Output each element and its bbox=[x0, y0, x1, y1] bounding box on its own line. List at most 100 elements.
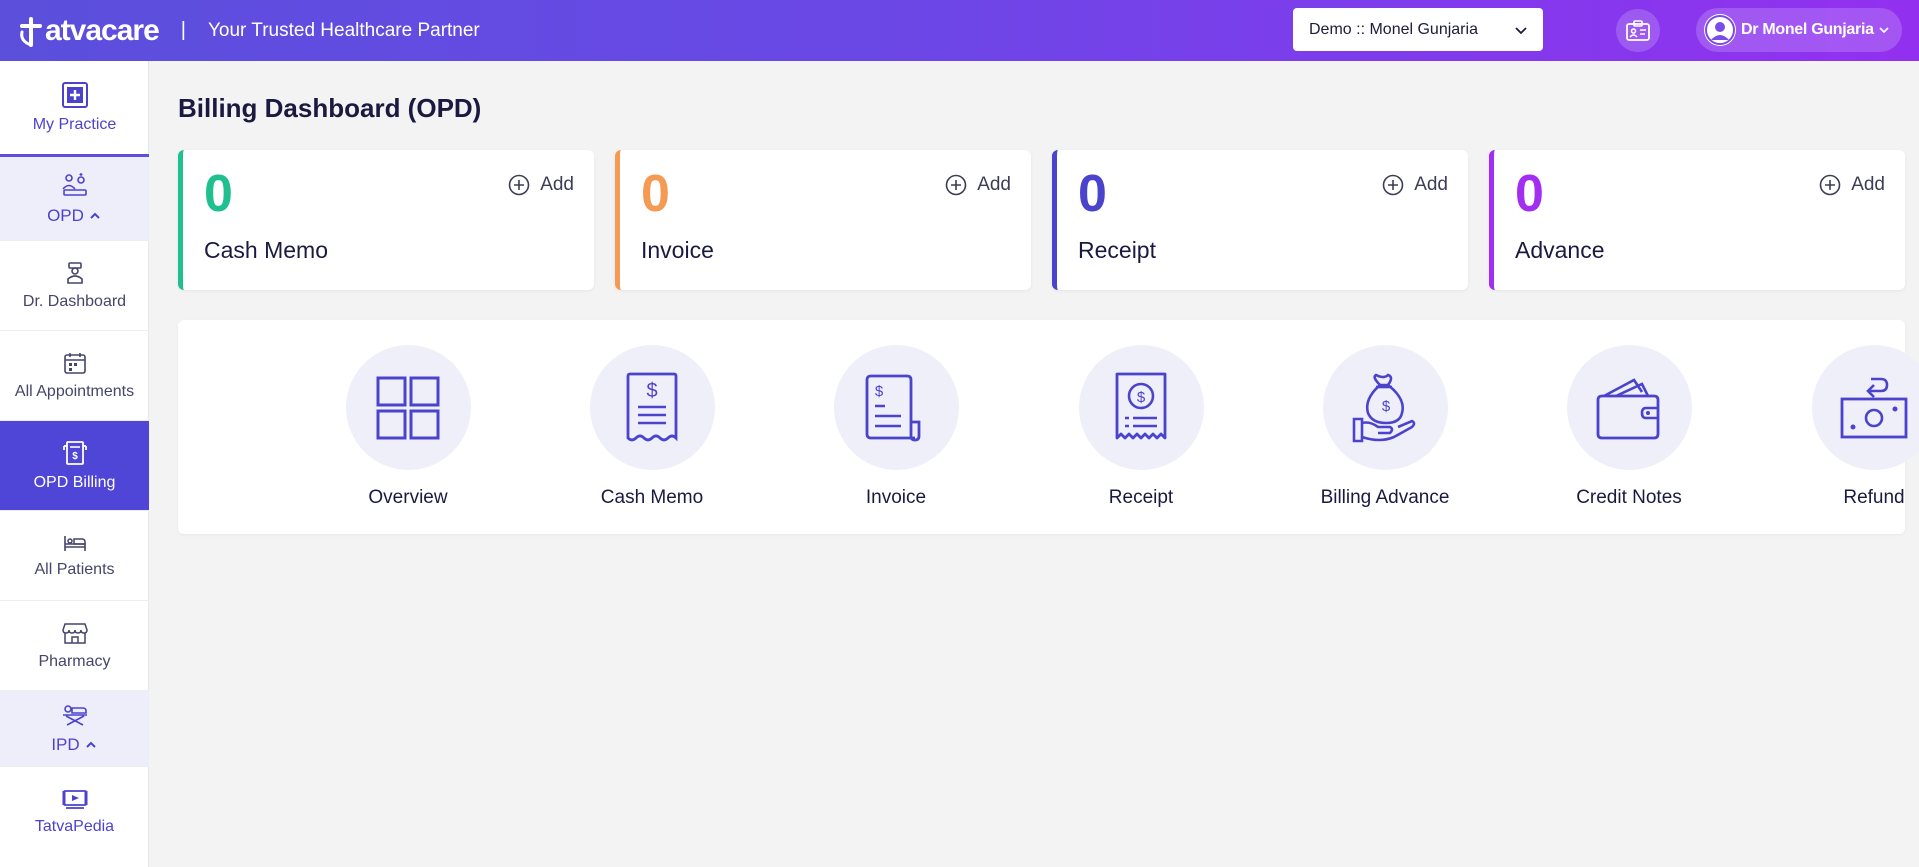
header-separator: | bbox=[180, 19, 186, 41]
plus-circle-icon bbox=[1382, 174, 1404, 196]
avatar bbox=[1704, 14, 1736, 46]
receipt-icon: $ bbox=[1115, 372, 1167, 439]
add-label: Add bbox=[1851, 174, 1885, 195]
stat-card-receipt: 0 Receipt Add bbox=[1052, 150, 1468, 290]
action-label: Billing Advance bbox=[1320, 487, 1450, 508]
logo-mark-icon bbox=[20, 16, 42, 47]
user-menu-button[interactable]: Dr Monel Gunjaria bbox=[1696, 8, 1902, 52]
logo[interactable]: atvacare bbox=[18, 13, 160, 48]
organization-select-value: Demo :: Monel Gunjaria bbox=[1309, 20, 1478, 38]
id-card-icon bbox=[1626, 19, 1650, 41]
money-bag-icon: $ bbox=[1352, 373, 1416, 442]
add-label: Add bbox=[1414, 174, 1448, 195]
svg-text:$: $ bbox=[72, 451, 78, 462]
chevron-up-icon bbox=[85, 741, 96, 748]
calendar-icon bbox=[63, 352, 86, 374]
wallet-icon bbox=[1596, 377, 1660, 439]
sidebar-item-dr-dashboard[interactable]: Dr. Dashboard bbox=[0, 241, 149, 331]
invoice-icon: $ bbox=[865, 374, 921, 441]
sidebar-item-opd-billing[interactable]: $ OPD Billing bbox=[0, 421, 149, 511]
stat-card-cash-memo: 0 Cash Memo Add bbox=[178, 150, 594, 290]
top-header: atvacare | Your Trusted Healthcare Partn… bbox=[0, 0, 1919, 61]
sidebar-item-all-appointments[interactable]: All Appointments bbox=[0, 331, 149, 421]
sidebar-item-label: All Patients bbox=[34, 560, 115, 578]
refund-icon bbox=[1840, 377, 1908, 438]
bed-icon bbox=[63, 535, 86, 551]
grid-icon bbox=[376, 376, 440, 439]
sidebar-item-label: OPD bbox=[47, 205, 84, 225]
chevron-up-icon bbox=[90, 212, 100, 219]
action-icon-circle bbox=[1811, 345, 1919, 470]
sidebar-item-my-practice[interactable]: My Practice bbox=[0, 61, 149, 157]
ipd-icon bbox=[62, 704, 87, 726]
sidebar-item-label: OPD Billing bbox=[33, 473, 116, 491]
bill-icon: $ bbox=[62, 440, 87, 465]
sidebar-item-pharmacy[interactable]: Pharmacy bbox=[0, 601, 149, 691]
plus-circle-icon bbox=[508, 174, 530, 196]
add-cash-memo-button[interactable]: Add bbox=[508, 174, 574, 196]
add-receipt-button[interactable]: Add bbox=[1382, 174, 1448, 196]
plus-square-icon bbox=[61, 81, 88, 108]
add-advance-button[interactable]: Add bbox=[1819, 174, 1885, 196]
action-icon-circle bbox=[345, 345, 471, 470]
stat-label: Invoice bbox=[641, 237, 714, 263]
sidebar-item-label: All Appointments bbox=[14, 382, 135, 400]
action-icon-circle: $ bbox=[1322, 345, 1448, 470]
opd-icon bbox=[61, 172, 87, 196]
action-refund[interactable]: Refund bbox=[1774, 345, 1919, 509]
svg-text:$: $ bbox=[1137, 389, 1146, 406]
chevron-down-icon bbox=[1515, 27, 1527, 35]
stat-label: Advance bbox=[1515, 237, 1605, 263]
plus-circle-icon bbox=[945, 174, 967, 196]
billing-actions-panel: Overview $ Cash Memo $ Invoice $ Receipt… bbox=[178, 320, 1919, 534]
action-icon-circle: $ bbox=[589, 345, 715, 470]
sidebar-item-tatvapedia[interactable]: TatvaPedia bbox=[0, 767, 149, 857]
action-label: Credit Notes bbox=[1576, 487, 1682, 508]
action-overview[interactable]: Overview bbox=[308, 345, 508, 509]
sidebar: My Practice OPD Dr. Dashboard All Appoin… bbox=[0, 61, 149, 867]
action-credit-notes[interactable]: Credit Notes bbox=[1529, 345, 1729, 509]
sidebar-item-label: Dr. Dashboard bbox=[22, 292, 127, 310]
stat-count: 0 bbox=[641, 165, 670, 223]
action-label: Overview bbox=[368, 487, 448, 508]
user-name: Dr Monel Gunjaria bbox=[1741, 21, 1874, 38]
store-icon bbox=[61, 622, 88, 644]
page-title: Billing Dashboard (OPD) bbox=[178, 93, 482, 123]
doctor-icon bbox=[66, 261, 83, 284]
logo-text: atvacare bbox=[45, 13, 160, 47]
action-label: Cash Memo bbox=[600, 487, 704, 508]
add-label: Add bbox=[977, 174, 1011, 195]
action-icon-circle: $ bbox=[833, 345, 959, 470]
action-cash-memo[interactable]: $ Cash Memo bbox=[552, 345, 752, 509]
stat-card-invoice: 0 Invoice Add bbox=[615, 150, 1031, 290]
sidebar-item-ipd[interactable]: IPD bbox=[0, 691, 149, 767]
organization-select[interactable]: Demo :: Monel Gunjaria bbox=[1293, 8, 1543, 51]
action-receipt[interactable]: $ Receipt bbox=[1041, 345, 1241, 509]
add-invoice-button[interactable]: Add bbox=[945, 174, 1011, 196]
action-billing-advance[interactable]: $ Billing Advance bbox=[1285, 345, 1485, 509]
sidebar-item-opd[interactable]: OPD bbox=[0, 157, 149, 241]
svg-text:$: $ bbox=[1382, 398, 1391, 415]
stat-label: Cash Memo bbox=[204, 237, 328, 263]
stat-count: 0 bbox=[204, 165, 233, 223]
sidebar-item-label: My Practice bbox=[32, 115, 117, 133]
chevron-down-icon bbox=[1879, 27, 1889, 34]
stat-count: 0 bbox=[1515, 165, 1544, 223]
action-label: Refund bbox=[1843, 487, 1905, 508]
id-card-button[interactable] bbox=[1616, 9, 1660, 52]
sidebar-item-label-wrap: IPD bbox=[51, 735, 97, 755]
cash-memo-icon: $ bbox=[626, 372, 678, 441]
action-icon-circle: $ bbox=[1078, 345, 1204, 470]
svg-text:$: $ bbox=[875, 383, 884, 400]
sidebar-item-all-patients[interactable]: All Patients bbox=[0, 511, 149, 601]
svg-text:$: $ bbox=[646, 380, 657, 402]
sidebar-item-label: IPD bbox=[51, 734, 80, 754]
stat-label: Receipt bbox=[1078, 237, 1156, 263]
sidebar-item-label-wrap: OPD bbox=[47, 206, 102, 226]
sidebar-item-label: TatvaPedia bbox=[34, 818, 115, 835]
action-label: Invoice bbox=[865, 487, 927, 508]
video-icon bbox=[62, 790, 87, 809]
action-invoice[interactable]: $ Invoice bbox=[796, 345, 996, 509]
action-label: Receipt bbox=[1108, 487, 1174, 508]
sidebar-item-label: Pharmacy bbox=[38, 652, 111, 670]
